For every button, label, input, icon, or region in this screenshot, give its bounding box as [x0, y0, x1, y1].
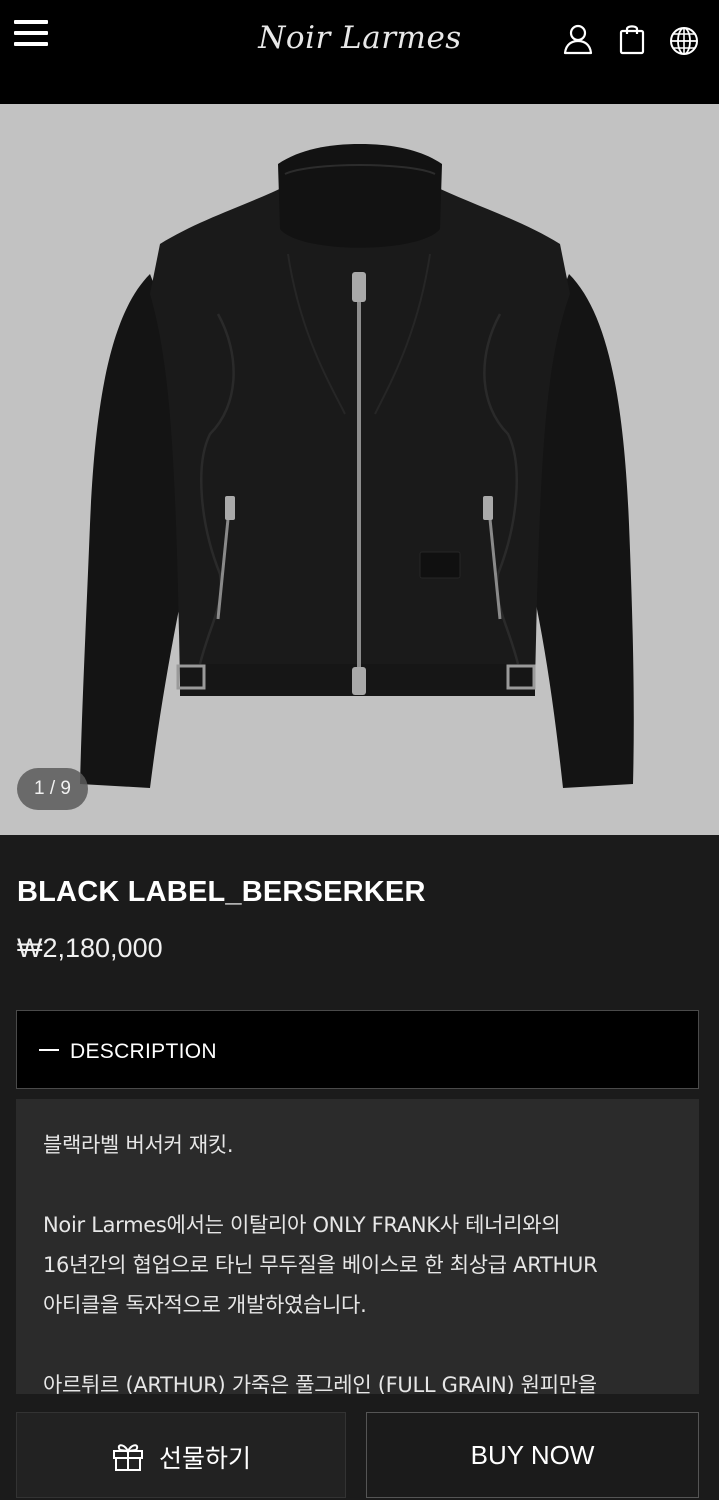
buy-now-button[interactable]: BUY NOW [366, 1412, 699, 1498]
description-label: DESCRIPTION [70, 1040, 217, 1063]
product-price: ₩2,180,000 [17, 933, 163, 963]
product-image-gallery[interactable]: 1 / 9 [0, 104, 719, 835]
leather-jacket-image [80, 144, 634, 788]
collapse-icon [39, 1049, 59, 1051]
gift-icon [113, 1444, 143, 1471]
menu-icon[interactable] [14, 20, 50, 50]
top-nav-bar: Noir Larmes [0, 0, 719, 104]
globe-icon[interactable] [667, 22, 701, 56]
gift-button-label: 선물하기 [159, 1444, 252, 1473]
product-title: BLACK LABEL_BERSERKER [17, 876, 426, 908]
shopping-bag-icon[interactable] [615, 22, 649, 56]
gift-button[interactable]: 선물하기 [16, 1412, 346, 1498]
description-line: 블랙라벨 버서커 재킷. [43, 1133, 234, 1157]
brand-logo[interactable]: Noir Larmes [215, 20, 505, 56]
bottom-action-bar: 선물하기 BUY NOW [0, 1394, 719, 1500]
user-icon[interactable] [561, 22, 595, 56]
description-line: 16년간의 협업으로 타닌 무두질을 베이스로 한 최상급 ARTHUR [43, 1253, 598, 1277]
description-accordion-toggle[interactable]: DESCRIPTION [16, 1010, 699, 1089]
description-line: 아티클을 독자적으로 개발하였습니다. [43, 1293, 367, 1317]
description-line: Noir Larmes에서는 이탈리아 ONLY FRANK사 테너리와의 [43, 1213, 561, 1237]
description-content: 블랙라벨 버서커 재킷. Noir Larmes에서는 이탈리아 ONLY FR… [16, 1099, 699, 1399]
image-counter-badge: 1 / 9 [17, 768, 88, 810]
